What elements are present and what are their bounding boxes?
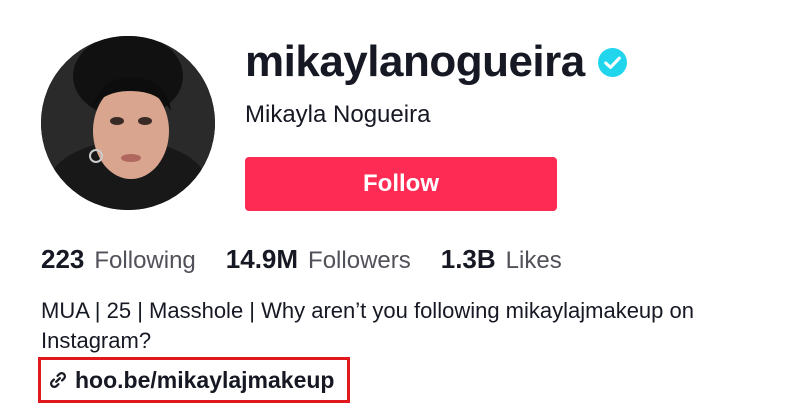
stat-following[interactable]: 223 Following xyxy=(41,244,196,275)
stat-likes: 1.3B Likes xyxy=(441,244,562,275)
stat-value: 14.9M xyxy=(225,244,299,274)
bio-link[interactable]: hoo.be/mikaylajmakeup xyxy=(38,357,350,403)
link-icon xyxy=(50,372,66,388)
username: mikaylanogueira xyxy=(245,37,585,86)
stat-value: 1.3B xyxy=(440,244,496,274)
avatar[interactable] xyxy=(41,36,215,210)
stat-value: 223 xyxy=(41,244,85,274)
stat-label: Likes xyxy=(505,247,562,274)
verified-check-icon xyxy=(597,47,627,77)
stats-row: 223 Following 14.9M Followers 1.3B Likes xyxy=(41,244,592,284)
follow-button[interactable]: Follow xyxy=(245,157,557,211)
stat-followers[interactable]: 14.9M Followers xyxy=(226,244,411,275)
bio-link-text[interactable]: hoo.be/mikaylajmakeup xyxy=(75,367,334,394)
bio-text: MUA | 25 | Masshole | Why aren’t you fol… xyxy=(41,298,694,353)
stat-label: Following xyxy=(94,247,196,274)
nickname: Mikayla Nogueira xyxy=(245,101,431,128)
username-row: mikaylanogueira xyxy=(245,34,628,90)
stat-label: Followers xyxy=(308,247,411,274)
